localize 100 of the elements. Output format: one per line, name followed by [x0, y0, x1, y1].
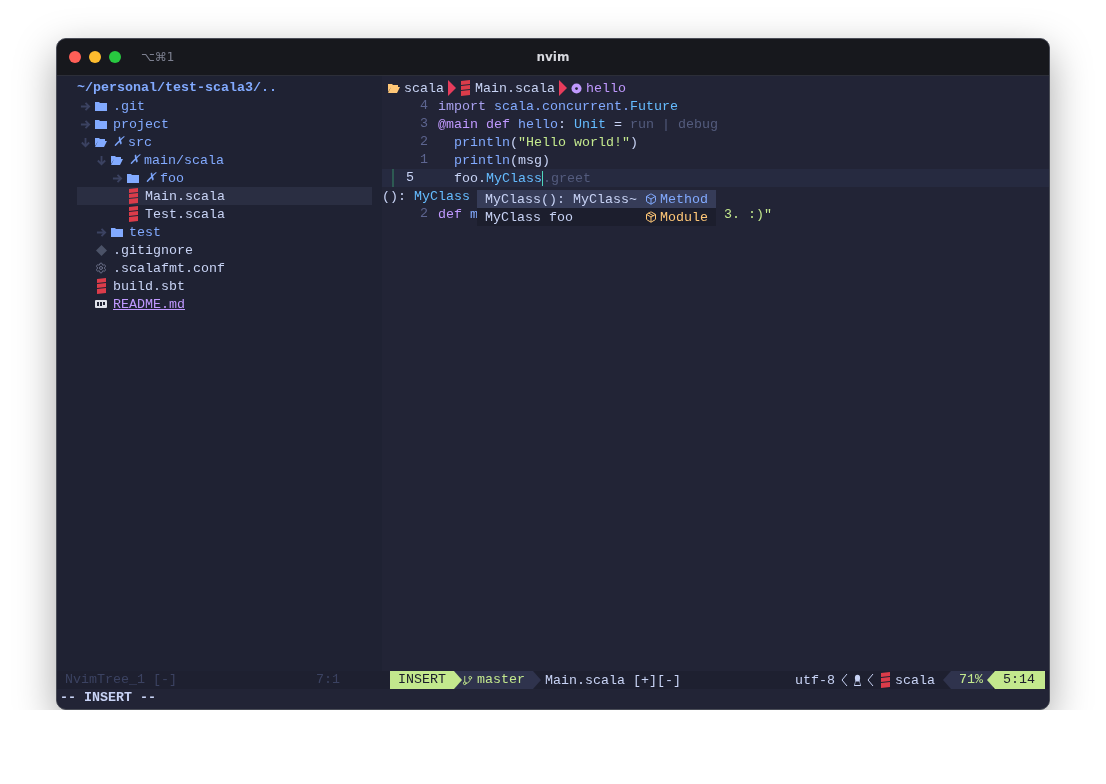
tree-row[interactable]: project: [77, 115, 372, 133]
close-button[interactable]: [69, 51, 81, 63]
line-number: 4: [419, 97, 429, 115]
code-token: MyClass: [414, 188, 470, 204]
scala-icon: [880, 672, 891, 688]
code-token: foo.: [454, 170, 486, 186]
diamond-icon: [95, 244, 107, 256]
right-arrow-icon[interactable]: [79, 100, 91, 112]
branch-icon: [462, 674, 473, 686]
folder-icon: [111, 227, 123, 237]
tree-row[interactable]: Main.scala: [77, 187, 372, 205]
right-arrow-icon[interactable]: [95, 226, 107, 238]
file-status: Main.scala [+][-]: [545, 672, 681, 688]
folder-icon: [95, 119, 107, 129]
tree-row[interactable]: .git: [77, 97, 372, 115]
right-arrow-icon[interactable]: [111, 172, 123, 184]
code-token: hello: [518, 116, 558, 132]
window-shortcut: ⌥⌘1: [141, 50, 175, 64]
folder-name: project: [113, 116, 169, 132]
scala-icon: [127, 188, 139, 204]
code-token: println: [454, 152, 510, 168]
zoom-button[interactable]: [109, 51, 121, 63]
code-token: m: [470, 206, 478, 222]
tree-root-path: ~/personal/test-scala3/..: [77, 79, 278, 97]
file-type: scala: [895, 672, 935, 688]
open-folder-icon: [111, 155, 123, 165]
folder-name: foo: [160, 170, 184, 186]
folder-icon: [127, 173, 139, 183]
scala-icon: [460, 80, 471, 96]
completion-item[interactable]: MyClass foo Module: [477, 208, 716, 226]
tree-row[interactable]: Test.scala: [77, 205, 372, 223]
code-token: def: [486, 116, 511, 132]
tree-row[interactable]: ✗ src: [77, 133, 372, 151]
tree-row[interactable]: ✗ foo: [77, 169, 372, 187]
code-token: import: [438, 98, 487, 114]
package-icon: [645, 211, 657, 223]
breadcrumb-item[interactable]: Main.scala: [475, 80, 555, 96]
down-arrow-icon[interactable]: [79, 136, 91, 148]
open-folder-icon: [388, 83, 400, 93]
line-number: 2: [419, 133, 429, 151]
line-number: 3: [419, 115, 429, 133]
code-token: println: [454, 134, 510, 150]
scala-icon: [127, 206, 139, 222]
markdown-icon: [95, 300, 107, 308]
separator-icon: [448, 80, 456, 96]
folder-name: .git: [113, 98, 145, 114]
modified-marker: ✗: [129, 152, 140, 168]
mode-indicator: INSERT: [390, 671, 462, 689]
completion-item[interactable]: MyClass(): MyClass~ Method: [477, 190, 716, 208]
file-name: .gitignore: [113, 242, 193, 258]
separator-icon: [559, 80, 567, 96]
tree-row[interactable]: README.md: [77, 295, 372, 313]
file-name: build.sbt: [113, 278, 185, 294]
file-name: Test.scala: [145, 206, 225, 222]
breadcrumb-item[interactable]: hello: [586, 80, 626, 96]
branch-segment: master: [454, 671, 541, 689]
file-name: .scalafmt.conf: [113, 260, 225, 276]
tree-row[interactable]: .scalafmt.conf: [77, 259, 372, 277]
right-arrow-icon[interactable]: [79, 118, 91, 130]
code-token: Unit: [574, 116, 606, 132]
open-folder-icon: [95, 137, 107, 147]
folder-name: src: [128, 134, 152, 150]
folder-icon: [95, 101, 107, 111]
code-token: "Hello world!": [518, 134, 630, 150]
line-number: 1: [419, 151, 429, 169]
gear-icon: [95, 262, 107, 274]
scala-icon: [95, 278, 107, 294]
code-token: MyClass: [486, 170, 543, 186]
breadcrumb-item[interactable]: scala: [404, 80, 444, 96]
code-token: run | debug: [630, 116, 718, 132]
window-title: nvim: [535, 50, 571, 64]
line-number: 2: [419, 205, 429, 223]
function-symbol-icon: [571, 82, 582, 94]
chevron-icon: [867, 673, 874, 687]
code-token: =: [613, 116, 623, 132]
code-token: .greet: [543, 170, 591, 186]
code-token: (msg): [510, 152, 550, 168]
code-token: 3. :)": [724, 206, 772, 222]
code-token: @main: [438, 116, 479, 132]
minimize-button[interactable]: [89, 51, 101, 63]
tree-row[interactable]: ✗ main/scala: [77, 151, 372, 169]
tree-row[interactable]: build.sbt: [77, 277, 372, 295]
line-number: 5: [392, 169, 430, 187]
code-token: (: [510, 134, 518, 150]
code-token: :: [558, 116, 567, 132]
code-token: Future: [630, 98, 678, 114]
code-token: def: [438, 206, 463, 222]
cursor-position: 5:14: [987, 671, 1045, 689]
file-name: Main.scala: [145, 188, 225, 204]
modified-marker: ✗: [113, 134, 124, 150]
file-name: README.md: [113, 296, 185, 312]
code-token: ): [630, 134, 638, 150]
code-token: scala.concurrent.: [494, 98, 630, 114]
tree-row[interactable]: test: [77, 223, 372, 241]
cube-icon: [645, 193, 657, 205]
file-encoding: utf-8: [795, 672, 835, 688]
tree-row[interactable]: .gitignore: [77, 241, 372, 259]
chevron-icon: [841, 673, 848, 687]
down-arrow-icon[interactable]: [95, 154, 107, 166]
folder-name: main/scala: [144, 152, 224, 168]
